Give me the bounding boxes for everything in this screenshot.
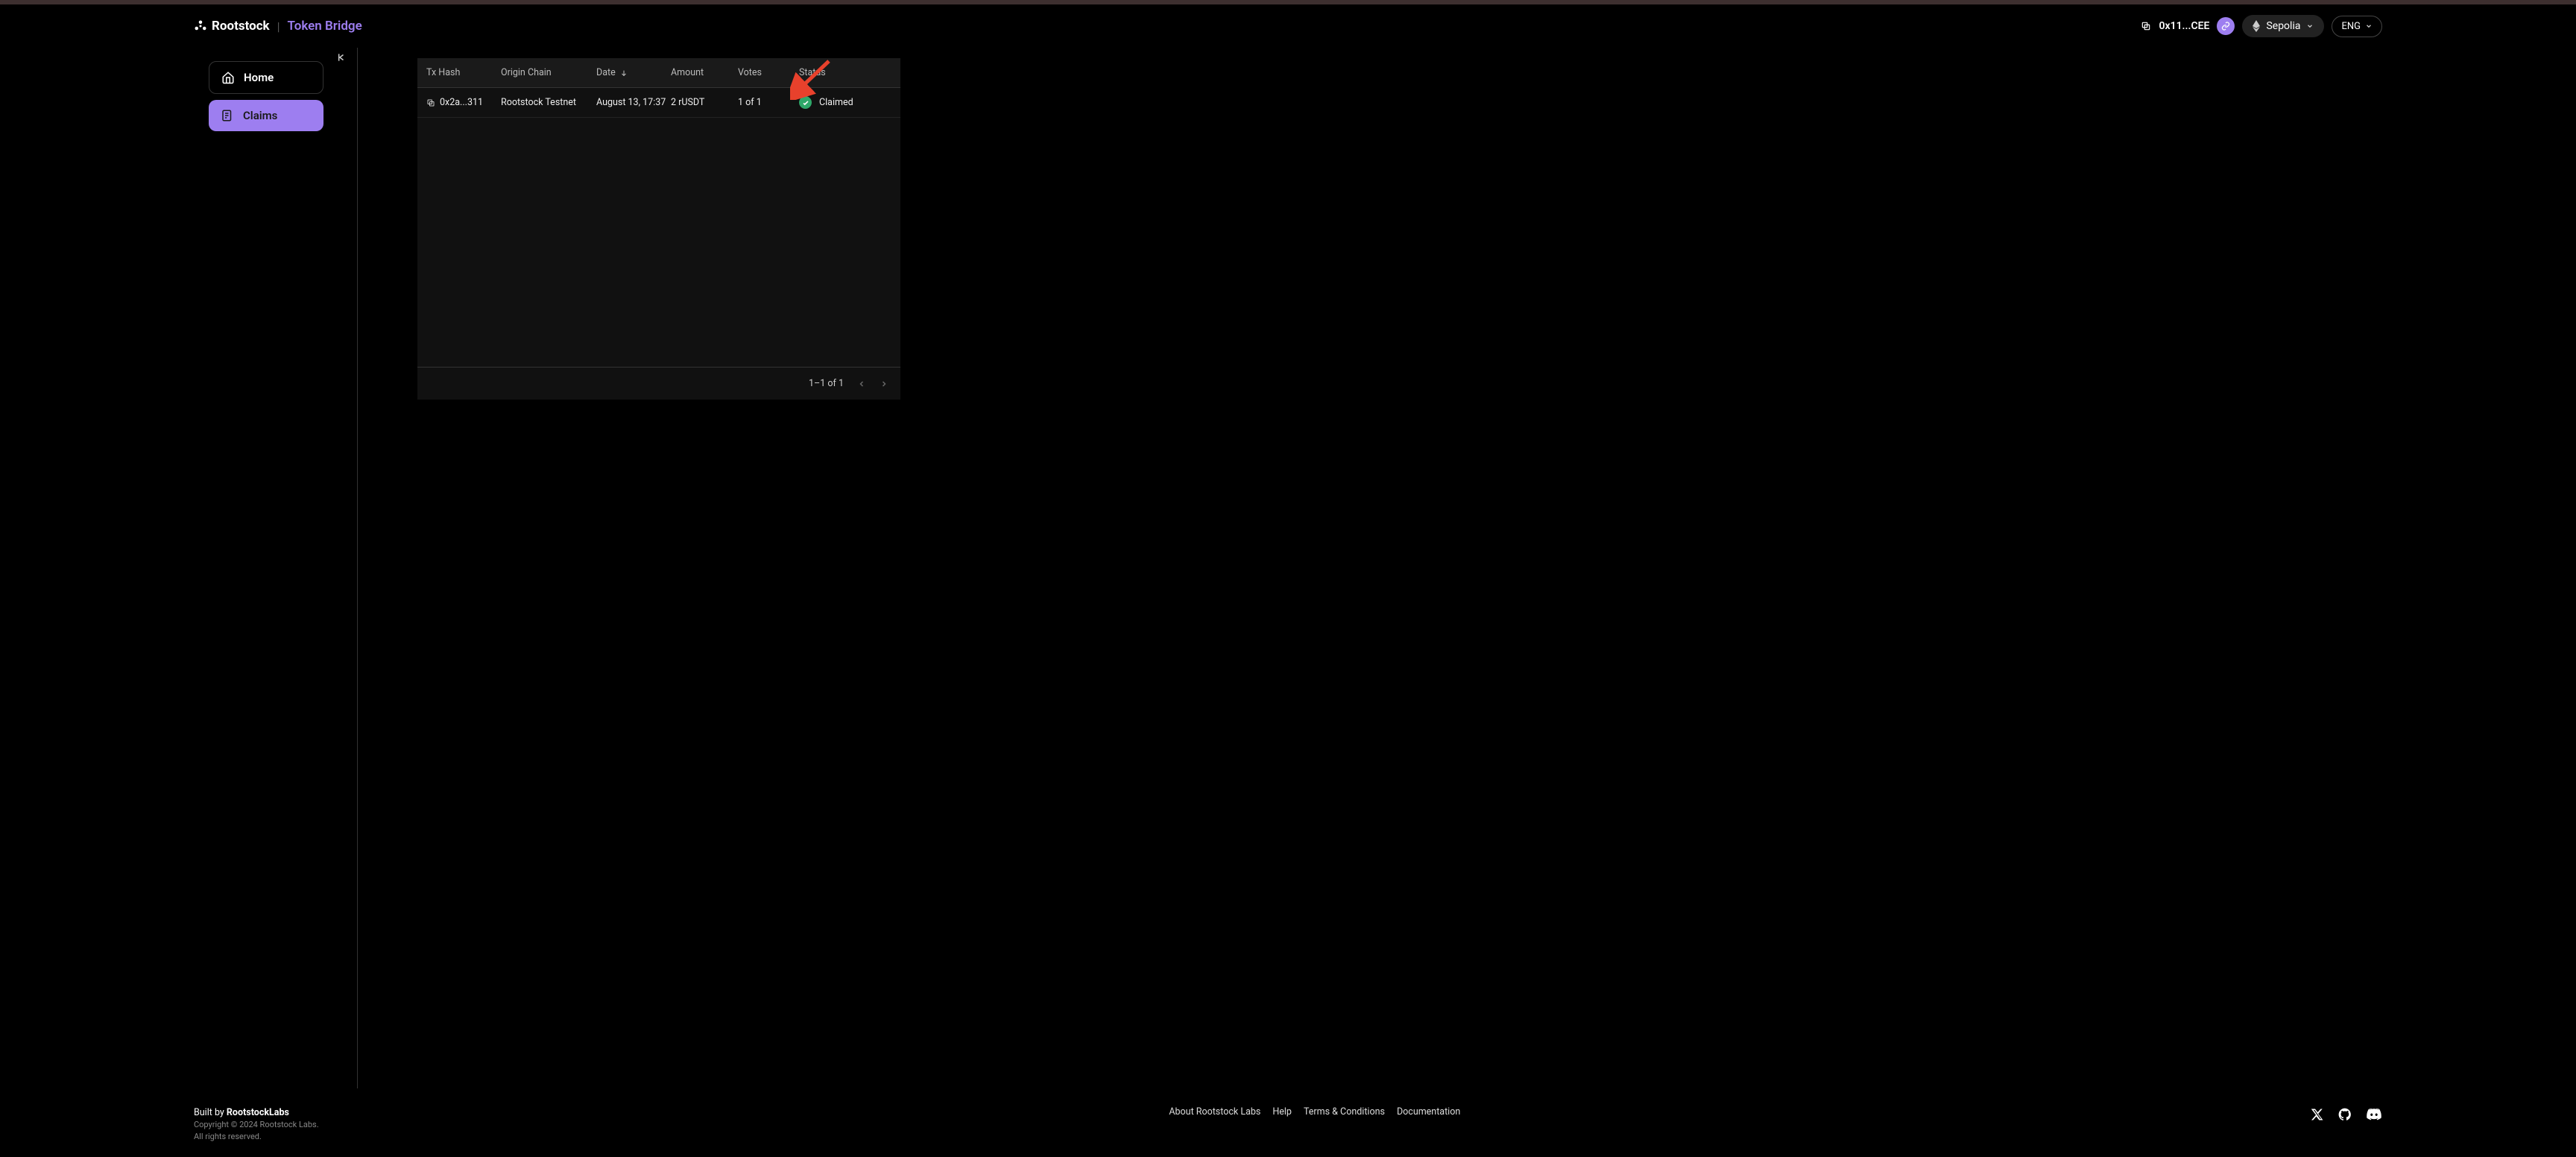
- built-brand: RootstockLabs: [227, 1107, 289, 1118]
- language-selector[interactable]: ENG: [2332, 16, 2382, 37]
- footer-social: [2311, 1106, 2382, 1123]
- sidebar-item-home[interactable]: Home: [209, 61, 323, 94]
- sidebar-item-label: Home: [244, 71, 274, 84]
- chevron-left-icon: [857, 379, 866, 388]
- table-row[interactable]: 0x2a...311 Rootstock Testnet August 13, …: [417, 88, 900, 118]
- brand-text: Rootstock: [212, 19, 270, 34]
- footer-credits: Built by RootstockLabs Copyright © 2024 …: [194, 1106, 319, 1142]
- rootstock-logo[interactable]: Rootstock: [194, 19, 270, 34]
- sidebar-item-label: Claims: [243, 109, 277, 122]
- claims-table: Tx Hash Origin Chain Date Amount Votes S…: [417, 58, 900, 400]
- footer: Built by RootstockLabs Copyright © 2024 …: [0, 1088, 2576, 1157]
- built-prefix: Built by: [194, 1107, 227, 1118]
- wallet-address-chip[interactable]: 0x11...CEE: [2141, 17, 2235, 35]
- discord-icon[interactable]: [2366, 1106, 2382, 1123]
- column-header-txhash[interactable]: Tx Hash: [426, 67, 501, 78]
- prev-page-button[interactable]: [857, 379, 866, 388]
- wallet-address-text: 0x11...CEE: [2159, 20, 2209, 32]
- chevron-right-icon: [880, 379, 888, 388]
- cell-status: Claimed: [799, 96, 891, 109]
- column-label: Tx Hash: [426, 67, 460, 78]
- chain-link-icon: [2217, 17, 2235, 35]
- column-label: Origin Chain: [501, 67, 552, 78]
- ethereum-icon: [2253, 20, 2260, 32]
- app-header: Rootstock | Token Bridge 0x11...CEE Sepo…: [0, 4, 2576, 48]
- copyright-line: Copyright © 2024 Rootstock Labs.: [194, 1119, 319, 1130]
- logo-area: Rootstock | Token Bridge: [194, 19, 362, 34]
- footer-link-help[interactable]: Help: [1272, 1106, 1292, 1117]
- chevron-down-icon: [2365, 22, 2373, 30]
- column-header-status[interactable]: Status: [799, 67, 891, 78]
- column-header-date[interactable]: Date: [596, 67, 671, 78]
- column-label: Date: [596, 67, 616, 78]
- language-label: ENG: [2341, 21, 2361, 32]
- github-icon[interactable]: [2337, 1107, 2352, 1122]
- footer-link-terms[interactable]: Terms & Conditions: [1304, 1106, 1385, 1117]
- column-header-origin[interactable]: Origin Chain: [501, 67, 596, 78]
- footer-link-docs[interactable]: Documentation: [1397, 1106, 1460, 1117]
- rootstock-icon: [194, 19, 207, 33]
- copy-icon: [2141, 21, 2151, 31]
- cell-amount: 2 rUSDT: [671, 97, 738, 108]
- home-icon: [221, 71, 235, 84]
- copy-icon[interactable]: [426, 98, 435, 107]
- header-right: 0x11...CEE Sepolia ENG: [2141, 15, 2382, 37]
- column-label: Status: [799, 67, 826, 78]
- footer-link-about[interactable]: About Rootstock Labs: [1169, 1106, 1260, 1117]
- collapse-icon: [335, 52, 346, 63]
- column-label: Votes: [738, 67, 762, 78]
- footer-links: About Rootstock Labs Help Terms & Condit…: [1169, 1106, 1460, 1117]
- sidebar-item-claims[interactable]: Claims: [209, 100, 323, 131]
- app-name: Token Bridge: [288, 19, 362, 34]
- built-by-line: Built by RootstockLabs: [194, 1106, 319, 1120]
- table-header-row: Tx Hash Origin Chain Date Amount Votes S…: [417, 58, 900, 88]
- sort-down-icon: [620, 69, 628, 77]
- main-area: Home Claims Tx Hash Origin Chain Date Am…: [0, 48, 2576, 1088]
- column-header-votes[interactable]: Votes: [738, 67, 799, 78]
- table-body: 0x2a...311 Rootstock Testnet August 13, …: [417, 88, 900, 367]
- x-twitter-icon[interactable]: [2311, 1108, 2324, 1121]
- chevron-down-icon: [2306, 22, 2314, 30]
- paginator: 1–1 of 1: [417, 367, 900, 400]
- cell-votes: 1 of 1: [738, 97, 799, 108]
- network-name: Sepolia: [2266, 20, 2300, 32]
- network-selector[interactable]: Sepolia: [2242, 15, 2324, 37]
- claims-icon: [221, 109, 234, 122]
- pagination-range: 1–1 of 1: [809, 378, 844, 389]
- cell-txhash: 0x2a...311: [426, 97, 501, 108]
- sidebar: Home Claims: [194, 48, 358, 1088]
- status-text: Claimed: [819, 97, 853, 108]
- cell-date: August 13, 17:37: [596, 97, 671, 108]
- logo-divider: |: [277, 19, 280, 34]
- column-header-amount[interactable]: Amount: [671, 67, 738, 78]
- check-icon: [799, 96, 812, 109]
- sidebar-collapse-button[interactable]: [335, 52, 346, 63]
- next-page-button[interactable]: [880, 379, 888, 388]
- column-label: Amount: [671, 67, 704, 78]
- cell-text: 0x2a...311: [440, 97, 483, 108]
- cell-origin: Rootstock Testnet: [501, 97, 596, 108]
- rights-line: All rights reserved.: [194, 1131, 319, 1142]
- content-area: Tx Hash Origin Chain Date Amount Votes S…: [358, 48, 2382, 1088]
